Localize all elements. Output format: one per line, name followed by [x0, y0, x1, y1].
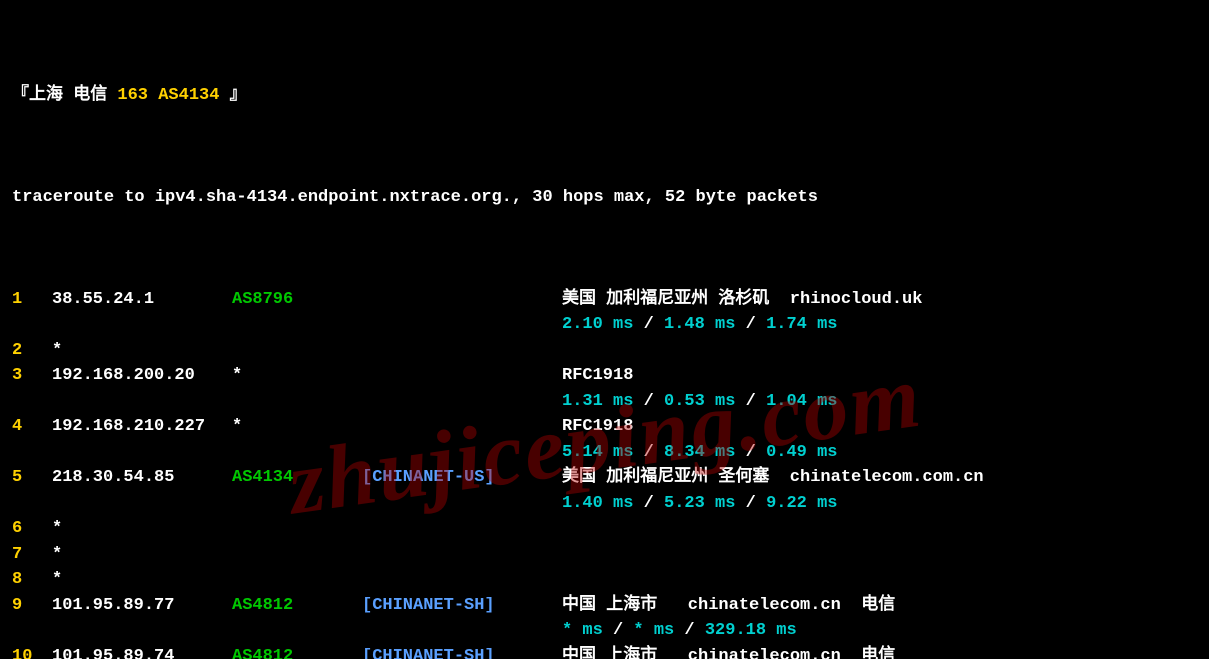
hop-rtt: 2.10 ms [562, 312, 633, 338]
hop-network [362, 542, 562, 568]
rtt-separator: / [633, 389, 664, 415]
hop-rtt-row: 5.14 ms / 8.34 ms / 0.49 ms [12, 440, 1197, 466]
hop-rtt-row: 1.31 ms / 0.53 ms / 1.04 ms [12, 389, 1197, 415]
header-net: 163 AS4134 [117, 83, 219, 109]
hop-rtt: 5.23 ms [664, 491, 735, 517]
hop-network: [CHINANET-SH] [362, 593, 562, 619]
rtt-separator: / [633, 491, 664, 517]
hop-ip: 192.168.200.20 [52, 363, 232, 389]
hop-ip: 38.55.24.1 [52, 287, 232, 313]
hop-row: 2* [12, 338, 1197, 364]
header-prefix: 『 [12, 83, 29, 109]
hop-ip: * [52, 338, 232, 364]
hop-rtt: 0.53 ms [664, 389, 735, 415]
hop-number: 5 [12, 465, 52, 491]
rtt-separator: / [735, 389, 766, 415]
hop-row: 8* [12, 567, 1197, 593]
hop-rtt: 8.34 ms [664, 440, 735, 466]
hop-ip: 192.168.210.227 [52, 414, 232, 440]
hop-network: [CHINANET-SH] [362, 644, 562, 659]
hop-rtt: 1.31 ms [562, 389, 633, 415]
rtt-separator: / [674, 618, 705, 644]
hop-location: 美国 加利福尼亚州 洛杉矶 rhinocloud.uk [562, 287, 922, 313]
hop-ip: * [52, 567, 232, 593]
hop-rtt: * ms [633, 618, 674, 644]
hop-network: [CHINANET-US] [362, 465, 562, 491]
hop-location: RFC1918 [562, 363, 633, 389]
hop-number: 6 [12, 516, 52, 542]
header-city: 上海 [29, 83, 63, 109]
hop-ip: 218.30.54.85 [52, 465, 232, 491]
hop-number: 3 [12, 363, 52, 389]
hop-rtt: 329.18 ms [705, 618, 797, 644]
hop-row: 138.55.24.1AS8796 美国 加利福尼亚州 洛杉矶 rhinoclou… [12, 287, 1197, 313]
header-suffix: 』 [230, 83, 247, 109]
hop-rtt: 1.48 ms [664, 312, 735, 338]
hop-number: 7 [12, 542, 52, 568]
hop-asn: AS4134 [232, 465, 362, 491]
hop-location: 中国 上海市 chinatelecom.cn 电信 [562, 644, 895, 659]
traceroute-cmdline: traceroute to ipv4.sha-4134.endpoint.nxt… [12, 185, 1197, 211]
hop-number: 2 [12, 338, 52, 364]
hop-row: 9101.95.89.77AS4812[CHINANET-SH]中国 上海市 c… [12, 593, 1197, 619]
hop-rtt-row: * ms / * ms / 329.18 ms [12, 618, 1197, 644]
hop-rtt: 1.40 ms [562, 491, 633, 517]
rtt-separator: / [735, 440, 766, 466]
hop-row: 5218.30.54.85AS4134[CHINANET-US]美国 加利福尼亚… [12, 465, 1197, 491]
hop-asn: AS4812 [232, 644, 362, 659]
hop-rtt: * ms [562, 618, 603, 644]
hop-asn: * [232, 414, 362, 440]
hop-ip: 101.95.89.77 [52, 593, 232, 619]
hop-location: 中国 上海市 chinatelecom.cn 电信 [562, 593, 895, 619]
hop-row: 3192.168.200.20* RFC1918 [12, 363, 1197, 389]
hop-network [362, 516, 562, 542]
hop-number: 1 [12, 287, 52, 313]
rtt-separator: / [633, 312, 664, 338]
hop-ip: * [52, 516, 232, 542]
hop-rtt: 1.74 ms [766, 312, 837, 338]
hop-row: 4192.168.210.227* RFC1918 [12, 414, 1197, 440]
header-isp: 电信 [73, 83, 107, 109]
hop-number: 8 [12, 567, 52, 593]
hop-asn: AS4812 [232, 593, 362, 619]
hop-row: 10101.95.89.74AS4812[CHINANET-SH]中国 上海市 … [12, 644, 1197, 659]
hop-ip: 101.95.89.74 [52, 644, 232, 659]
hop-number: 9 [12, 593, 52, 619]
hop-asn: * [232, 363, 362, 389]
terminal-output: 『上海 电信 163 AS4134 』 traceroute to ipv4.s… [0, 0, 1209, 659]
hop-asn: AS8796 [232, 287, 362, 313]
hop-network [362, 567, 562, 593]
hop-network [362, 338, 562, 364]
hop-network [362, 363, 562, 389]
hop-rtt: 0.49 ms [766, 440, 837, 466]
trace-header: 『上海 电信 163 AS4134 』 [12, 83, 1197, 109]
hop-row: 6* [12, 516, 1197, 542]
rtt-separator: / [603, 618, 634, 644]
hop-network [362, 414, 562, 440]
hop-number: 4 [12, 414, 52, 440]
hop-number: 10 [12, 644, 52, 659]
hop-ip: * [52, 542, 232, 568]
hop-network [362, 287, 562, 313]
hop-location: RFC1918 [562, 414, 633, 440]
hop-rtt-row: 1.40 ms / 5.23 ms / 9.22 ms [12, 491, 1197, 517]
hop-location: 美国 加利福尼亚州 圣何塞 chinatelecom.com.cn [562, 465, 984, 491]
rtt-separator: / [735, 312, 766, 338]
hop-rtt: 9.22 ms [766, 491, 837, 517]
hop-rtt: 1.04 ms [766, 389, 837, 415]
hop-row: 7* [12, 542, 1197, 568]
rtt-separator: / [633, 440, 664, 466]
hop-rtt: 5.14 ms [562, 440, 633, 466]
hop-rtt-row: 2.10 ms / 1.48 ms / 1.74 ms [12, 312, 1197, 338]
rtt-separator: / [735, 491, 766, 517]
